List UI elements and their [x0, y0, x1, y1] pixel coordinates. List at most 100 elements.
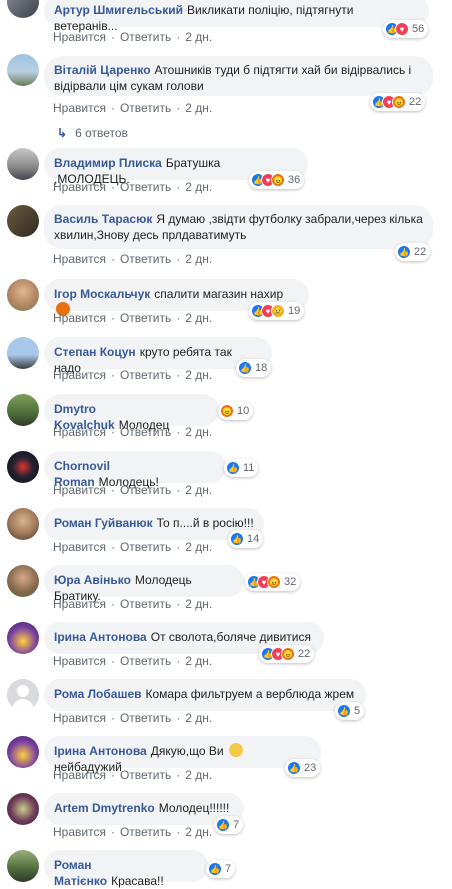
like-link[interactable]: Нравится	[53, 483, 106, 497]
reactions-summary[interactable]: 👍 5	[335, 702, 365, 720]
comment-author[interactable]: Владимир Плиска	[54, 156, 162, 170]
angry-reaction-icon: 😠	[271, 173, 285, 187]
reaction-count: 19	[288, 305, 301, 317]
comment-time[interactable]: 2 дн.	[185, 597, 212, 611]
comment-time[interactable]: 2 дн.	[185, 180, 212, 194]
reactions-summary[interactable]: 👍 7	[214, 816, 244, 834]
comment-author[interactable]: Роман Гуйванюк	[54, 516, 153, 530]
comment-time[interactable]: 2 дн.	[185, 768, 212, 782]
avatar[interactable]	[7, 394, 39, 426]
comment-time[interactable]: 2 дн.	[185, 101, 212, 115]
like-reaction-icon: 👍	[238, 361, 252, 375]
reply-link[interactable]: Ответить	[120, 825, 171, 839]
comment-time[interactable]: 2 дн.	[185, 30, 212, 44]
reactions-summary[interactable]: 👍 11	[224, 459, 259, 477]
like-link[interactable]: Нравится	[53, 252, 106, 266]
comment-bubble: Dmytro Kovalchuk Молодец	[44, 394, 219, 432]
comment-author[interactable]: Артур Шмигельський	[54, 3, 183, 17]
reactions-summary[interactable]: 👍 ♥ 56	[383, 20, 429, 38]
avatar[interactable]	[7, 0, 39, 18]
avatar[interactable]	[7, 679, 39, 711]
avatar[interactable]	[7, 451, 39, 483]
comment-author[interactable]: Роман Матієнко	[54, 858, 107, 888]
like-link[interactable]: Нравится	[53, 101, 106, 115]
comment-time[interactable]: 2 дн.	[185, 368, 212, 382]
reactions-summary[interactable]: 👍 ♥ 😠 32	[245, 573, 301, 591]
comment-actions: Нравится · Ответить · 2 дн.	[53, 540, 213, 554]
comment-author[interactable]: Ірина Антонова	[54, 630, 147, 644]
reply-link[interactable]: Ответить	[120, 711, 171, 725]
like-reaction-icon: 👍	[216, 818, 230, 832]
reply-link[interactable]: Ответить	[120, 483, 171, 497]
avatar[interactable]	[7, 736, 39, 768]
avatar[interactable]	[7, 205, 39, 237]
reply-link[interactable]: Ответить	[120, 101, 171, 115]
like-link[interactable]: Нравится	[53, 425, 106, 439]
reply-link[interactable]: Ответить	[120, 180, 171, 194]
reply-link[interactable]: Ответить	[120, 540, 171, 554]
comment-actions: Нравится · Ответить · 2 дн.	[53, 368, 213, 382]
comment-author[interactable]: Artem Dmytrenko	[54, 801, 155, 815]
comment-time[interactable]: 2 дн.	[185, 483, 212, 497]
avatar[interactable]	[7, 565, 39, 597]
like-link[interactable]: Нравится	[53, 654, 106, 668]
reply-link[interactable]: Ответить	[120, 30, 171, 44]
like-link[interactable]: Нравится	[53, 180, 106, 194]
comment-author[interactable]: Василь Тарасюк	[54, 212, 152, 226]
comment-author[interactable]: Віталій Царенко	[54, 63, 151, 77]
like-link[interactable]: Нравится	[53, 540, 106, 554]
comment-time[interactable]: 2 дн.	[185, 540, 212, 554]
comment-actions: Нравится · Ответить · 2 дн.	[53, 825, 213, 839]
reply-link[interactable]: Ответить	[120, 368, 171, 382]
view-replies-link[interactable]: ↳ 6 ответов	[57, 126, 128, 140]
avatar[interactable]	[7, 148, 39, 180]
like-link[interactable]: Нравится	[53, 368, 106, 382]
avatar[interactable]	[7, 622, 39, 654]
reply-link[interactable]: Ответить	[120, 311, 171, 325]
reaction-count: 23	[304, 762, 317, 774]
reactions-summary[interactable]: 👍 22	[395, 243, 431, 261]
reply-link[interactable]: Ответить	[120, 654, 171, 668]
reactions-summary[interactable]: 👍 23	[285, 759, 321, 777]
comment-text: Комара фильтруем а верблюда жрем	[145, 687, 355, 701]
reactions-summary[interactable]: 👍 ♥ 😠 22	[259, 645, 315, 663]
like-link[interactable]: Нравится	[53, 768, 106, 782]
like-link[interactable]: Нравится	[53, 597, 106, 611]
reactions-summary[interactable]: 👍 18	[236, 359, 272, 377]
like-link[interactable]: Нравится	[53, 825, 106, 839]
reply-link[interactable]: Ответить	[120, 252, 171, 266]
avatar[interactable]	[7, 850, 39, 882]
comment-time[interactable]: 2 дн.	[185, 825, 212, 839]
like-link[interactable]: Нравится	[53, 30, 106, 44]
comment-time[interactable]: 2 дн.	[185, 252, 212, 266]
reply-link[interactable]: Ответить	[120, 597, 171, 611]
comment-author[interactable]: Рома Лобашев	[54, 687, 142, 701]
avatar[interactable]	[7, 337, 39, 369]
avatar[interactable]	[7, 279, 39, 311]
reactions-summary[interactable]: 👍 ♥ 😠 36	[249, 171, 305, 189]
love-reaction-icon: ♥	[395, 22, 409, 36]
avatar[interactable]	[7, 508, 39, 540]
comment-time[interactable]: 2 дн.	[185, 311, 212, 325]
avatar[interactable]	[7, 793, 39, 825]
comment-author[interactable]: Юра Авінько	[54, 573, 131, 587]
smiley-face-icon	[228, 743, 243, 757]
comment-author[interactable]: Ігор Москальчук	[54, 287, 150, 301]
comment-actions: Нравится · Ответить · 2 дн.	[53, 180, 213, 194]
like-link[interactable]: Нравится	[53, 311, 106, 325]
reactions-summary[interactable]: 👍 7	[206, 860, 236, 878]
reactions-summary[interactable]: 😠 10	[218, 402, 254, 420]
like-link[interactable]: Нравится	[53, 711, 106, 725]
reactions-summary[interactable]: 👍 ♥ 😢 19	[249, 302, 305, 320]
comment-author[interactable]: Степан Коцун	[54, 345, 136, 359]
comment-bubble: Артур Шмигельський Викликати поліцію, під…	[44, 0, 429, 33]
reactions-summary[interactable]: 👍 14	[228, 530, 264, 548]
reply-link[interactable]: Ответить	[120, 425, 171, 439]
reactions-summary[interactable]: 👍 ♥ 😠 22	[370, 93, 426, 111]
avatar[interactable]	[7, 54, 39, 86]
comment-time[interactable]: 2 дн.	[185, 425, 212, 439]
comment-time[interactable]: 2 дн.	[185, 711, 212, 725]
comment-author[interactable]: Ірина Антонова	[54, 744, 147, 758]
reply-link[interactable]: Ответить	[120, 768, 171, 782]
comment-time[interactable]: 2 дн.	[185, 654, 212, 668]
